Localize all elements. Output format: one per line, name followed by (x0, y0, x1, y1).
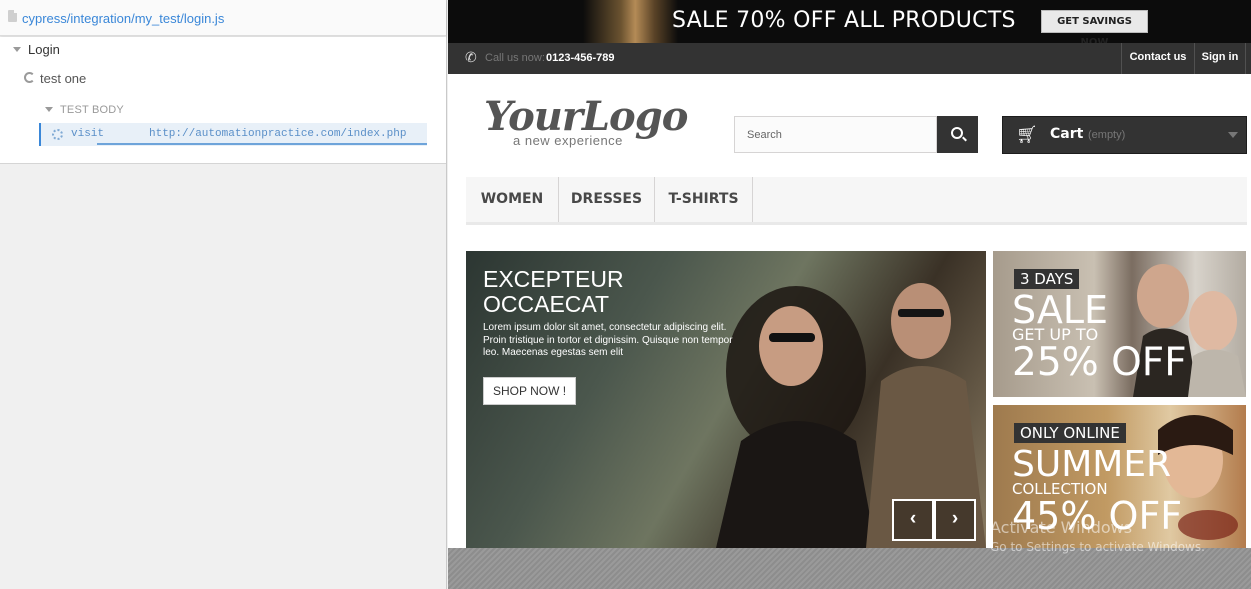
search-button[interactable] (937, 116, 978, 153)
top-nav-bar: ✆ Call us now: 0123-456-789 Contact us S… (448, 43, 1251, 74)
file-icon (8, 10, 17, 22)
app-under-test-frame: SALE 70% OFF ALL PRODUCTS GET SAVINGS NO… (448, 0, 1251, 589)
call-us-label: Call us now: (485, 52, 545, 64)
refresh-icon (24, 72, 35, 83)
homepage-slider: EXCEPTEUR OCCAECAT Lorem ipsum dolor sit… (466, 251, 986, 548)
phone-number: 0123-456-789 (546, 52, 615, 64)
command-progress-bar (97, 143, 427, 145)
search-icon (951, 127, 963, 139)
viewport-overflow-strip (448, 548, 1251, 589)
promo-text: SALE 70% OFF ALL PRODUCTS (672, 8, 1016, 33)
menu-item-dresses[interactable]: DRESSES (559, 177, 655, 222)
banner-discount: 25% OFF (1012, 340, 1187, 385)
slider-next-button[interactable]: › (934, 499, 976, 541)
spinner-icon (52, 129, 63, 140)
menu-item-tshirts[interactable]: T-SHIRTS (655, 177, 753, 222)
cart-label: Cart (1050, 126, 1084, 142)
banner-headline: SALE (1012, 288, 1109, 332)
cart-button[interactable]: 🛒︎ Cart (empty) (1002, 116, 1247, 154)
command-message: http://automationpractice.com/index.php (149, 128, 407, 140)
promo-model-image (583, 0, 678, 43)
slide-text: Lorem ipsum dolor sit amet, consectetur … (483, 322, 733, 358)
command-name: visit (71, 128, 105, 140)
slide-title: EXCEPTEUR OCCAECAT (483, 266, 624, 317)
chevron-down-icon (1228, 132, 1238, 138)
search-box (734, 116, 937, 153)
promo-banner[interactable]: SALE 70% OFF ALL PRODUCTS GET SAVINGS NO… (448, 0, 1251, 48)
watermark-title: Activate Windows (990, 518, 1133, 537)
chevron-down-icon[interactable] (13, 47, 21, 52)
shop-now-button[interactable]: SHOP NOW ! (483, 377, 576, 405)
chevron-down-icon[interactable] (45, 107, 53, 112)
cart-icon: 🛒︎ (1016, 125, 1038, 144)
watermark-subtitle: Go to Settings to activate Windows. (990, 540, 1205, 554)
sign-in-link[interactable]: Sign in (1194, 43, 1246, 74)
main-menu: WOMEN DRESSES T-SHIRTS (466, 177, 1247, 225)
banner-tag: 3 DAYS (1014, 269, 1080, 289)
test-title[interactable]: test one (40, 71, 86, 86)
test-body-label: TEST BODY (60, 104, 124, 116)
spec-header: cypress/integration/my_test/login.js (0, 0, 446, 36)
phone-icon: ✆ (465, 49, 477, 65)
cypress-runner-panel: cypress/integration/my_test/login.js Log… (0, 0, 447, 589)
screen: cypress/integration/my_test/login.js Log… (0, 0, 1251, 589)
banner-tag: ONLY ONLINE (1014, 423, 1126, 443)
cart-status: (empty) (1088, 129, 1126, 141)
slider-prev-button[interactable]: ‹ (892, 499, 934, 541)
site-logo[interactable]: YourLogo a new experience (484, 93, 688, 148)
contact-us-link[interactable]: Contact us (1121, 43, 1194, 74)
logo-tagline: a new experience (513, 133, 623, 148)
search-input[interactable] (735, 117, 936, 152)
spec-path-link[interactable]: cypress/integration/my_test/login.js (22, 11, 224, 26)
menu-item-women[interactable]: WOMEN (466, 177, 559, 222)
get-savings-button[interactable]: GET SAVINGS NOW (1041, 10, 1148, 48)
suite-title[interactable]: Login (28, 42, 60, 57)
banner-headline: SUMMER (1012, 444, 1172, 485)
sale-banner[interactable]: 3 DAYS SALE GET UP TO 25% OFF (993, 251, 1246, 397)
